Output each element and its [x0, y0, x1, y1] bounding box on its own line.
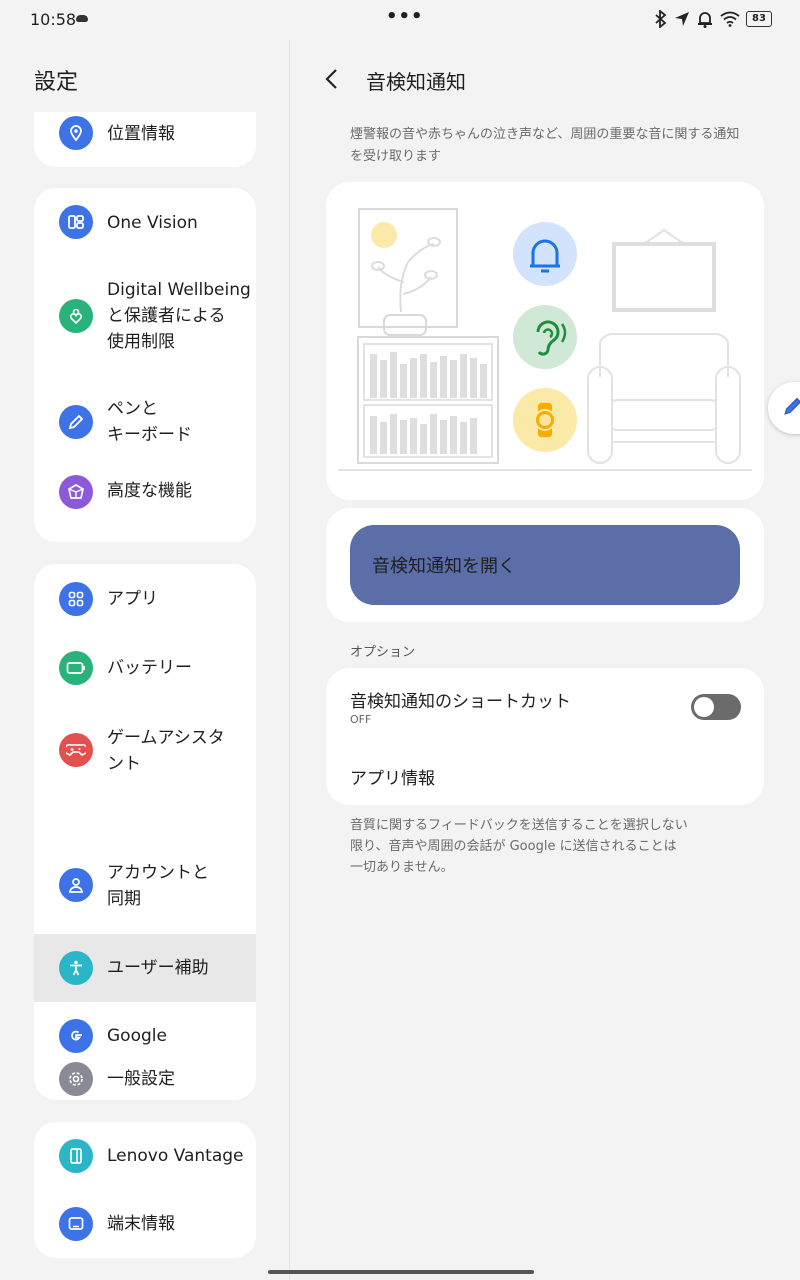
shortcut-row[interactable]: 音検知通知のショートカット OFF [326, 668, 764, 734]
vantage-icon [59, 1139, 93, 1173]
open-button-label: 音検知通知を開く [372, 556, 516, 576]
app-info-row[interactable]: アプリ情報 [326, 754, 764, 800]
sidebar-item-label: 端末情報 [107, 1214, 175, 1234]
privacy-note: 音質に関するフィードバックを送信することを選択しない 限り、音声や周囲の会話が … [350, 818, 688, 875]
apps-icon [59, 582, 93, 616]
toggle-knob [694, 697, 714, 717]
sidebar-item-pen-keyboard[interactable]: ペンと キーボード [34, 374, 256, 470]
sidebar-item-label: Lenovo Vantage [107, 1146, 244, 1166]
sidebar-item-label: Digital Wellbeing と保護者による 使用制限 [107, 280, 251, 352]
options-card: 音検知通知のショートカット OFF アプリ情報 [326, 668, 764, 805]
sidebar-item-game-assistant[interactable]: ゲームアシスタ ント [34, 702, 256, 798]
battery-indicator: 83 [746, 11, 772, 27]
sidebar-item-apps[interactable]: アプリ [34, 564, 256, 634]
shortcut-title: 音検知通知のショートカット [350, 692, 571, 712]
page-title: 設定 [34, 70, 79, 95]
sidebar-item-lenovo-vantage[interactable]: Lenovo Vantage [34, 1122, 256, 1190]
sidebar-item-label: ユーザー補助 [107, 958, 209, 978]
accessibility-icon [59, 951, 93, 985]
one-vision-icon [59, 205, 93, 239]
status-bar: 10:58 ••• 83 [0, 0, 800, 40]
sidebar-item-general-settings[interactable]: 一般設定 [34, 1062, 256, 1100]
sidebar-item-label: アプリ [107, 589, 158, 609]
settings-list-pane: 設定 位置情報 One Vision Digital Wellbeing と保護… [0, 40, 290, 1280]
sidebar-item-label: 高度な機能 [107, 481, 192, 501]
bell-snooze-icon [698, 12, 712, 28]
sidebar-item-label: 一般設定 [107, 1069, 175, 1089]
open-button-card: 音検知通知を開く [326, 508, 764, 622]
living-room-illustration [338, 208, 752, 471]
sidebar-item-label: One Vision [107, 213, 198, 233]
shortcut-state: OFF [350, 713, 372, 726]
pane-divider [289, 40, 290, 1280]
gesture-nav-handle[interactable] [268, 1270, 534, 1274]
google-icon [59, 1019, 93, 1053]
detail-title: 音検知通知 [366, 70, 466, 94]
sidebar-item-google[interactable]: Google [34, 1002, 256, 1070]
shortcut-toggle[interactable] [691, 694, 741, 720]
pen-icon [59, 405, 93, 439]
options-section-header: オプション [350, 645, 416, 660]
settings-group-location: 位置情報 [34, 112, 256, 167]
feature-description: 煙警報の音や赤ちゃんの泣き声など、周囲の重要な音に関する通知を受け取ります [350, 127, 740, 164]
battery-icon [59, 651, 93, 685]
wifi-icon [720, 11, 740, 27]
settings-group-system: アプリ バッテリー ゲームアシスタ ント アカウントと 同期 ユーザー補助 Go… [34, 564, 256, 1100]
sidebar-item-location[interactable]: 位置情報 [34, 112, 256, 156]
account-icon [59, 868, 93, 902]
cloud-icon [76, 15, 88, 22]
pen-icon [784, 397, 800, 415]
sidebar-item-label: バッテリー [107, 658, 192, 678]
device-info-icon [59, 1207, 93, 1241]
status-time: 10:58 [30, 10, 77, 29]
sidebar-item-label: ペンと キーボード [107, 399, 192, 445]
sidebar-item-accounts[interactable]: アカウントと 同期 [34, 798, 256, 934]
sidebar-item-about-device[interactable]: 端末情報 [34, 1190, 256, 1258]
wellbeing-icon [59, 299, 93, 333]
settings-group-device: Lenovo Vantage 端末情報 [34, 1122, 256, 1258]
back-button[interactable] [318, 64, 344, 94]
location-icon [59, 116, 93, 150]
sidebar-item-label: アカウントと 同期 [107, 863, 209, 909]
sidebar-item-label: 位置情報 [107, 124, 175, 144]
sidebar-item-digital-wellbeing[interactable]: Digital Wellbeing と保護者による 使用制限 [34, 258, 256, 374]
open-sound-notifications-button[interactable]: 音検知通知を開く [350, 525, 740, 605]
sidebar-item-one-vision[interactable]: One Vision [34, 188, 256, 258]
gear-icon [59, 1062, 93, 1096]
settings-group-features: One Vision Digital Wellbeing と保護者による 使用制… [34, 188, 256, 542]
advanced-features-icon [59, 475, 93, 509]
status-icons: 83 [654, 10, 772, 28]
navigation-icon [675, 12, 689, 26]
sidebar-item-label: Google [107, 1026, 167, 1046]
app-info-label: アプリ情報 [350, 769, 435, 789]
back-arrow-icon [325, 69, 337, 89]
sound-notifications-illustration [326, 182, 764, 500]
sidebar-item-label: ゲームアシスタ ント [107, 728, 225, 774]
bluetooth-icon [655, 10, 667, 28]
sidebar-item-battery[interactable]: バッテリー [34, 634, 256, 702]
floating-pen-button[interactable] [768, 382, 800, 434]
gamepad-icon [59, 733, 93, 767]
more-dots[interactable]: ••• [386, 6, 424, 27]
sidebar-item-advanced-features[interactable]: 高度な機能 [34, 470, 256, 542]
sidebar-item-accessibility[interactable]: ユーザー補助 [34, 934, 256, 1002]
